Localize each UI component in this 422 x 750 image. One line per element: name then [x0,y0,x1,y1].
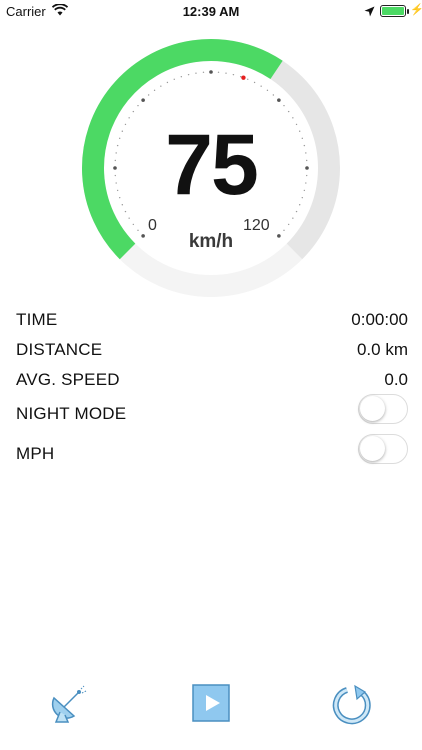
gauge-minor-tick [128,217,130,219]
setting-row-night-mode: NIGHT MODE [16,394,408,427]
gauge-minor-tick [147,94,150,96]
stat-row-avg-speed: AVG. SPEED 0.0 [16,367,408,393]
night-mode-toggle[interactable] [358,394,408,424]
setting-label: MPH [16,444,55,463]
gauge-major-tick [141,98,145,102]
speed-value: 75 [165,117,259,213]
gauge-major-tick [209,70,213,74]
battery-icon [380,5,409,17]
stat-row-time: TIME 0:00:00 [16,307,408,333]
gauge-minor-tick [153,89,156,92]
gauge-minor-tick [173,78,175,81]
toggle-knob [360,436,385,461]
charging-bolt-icon: ⚡ [410,4,422,16]
play-button[interactable] [192,684,232,724]
gauge-minor-tick [283,104,285,107]
stat-row-distance: DISTANCE 0.0 km [16,337,408,363]
gauge-minor-tick [239,76,242,78]
gauge-minor-tick [187,73,190,76]
stat-value: 0.0 [384,370,408,389]
speed-unit: km/h [188,231,234,252]
location-arrow-icon [364,5,375,20]
satellite-dish-icon [50,685,90,728]
gauge-minor-tick [137,104,139,107]
clock: 12:39 AM [182,4,240,19]
stat-label: TIME [16,310,58,329]
gauge-minor-tick [247,78,249,81]
setting-label: NIGHT MODE [16,404,127,423]
gauge-minor-tick [166,81,169,84]
gauge-minor-tick [253,81,256,84]
stat-value: 0.0 km [356,340,408,359]
gauge-minor-tick [160,85,162,87]
gauge-minor-tick [180,76,183,78]
mph-toggle[interactable] [358,434,408,464]
gauge-bottom-ring [119,243,303,297]
gps-button[interactable] [50,684,90,724]
gauge-minor-tick [232,73,235,76]
gauge-minor-tick [292,217,294,219]
gauge-minor-tick [272,94,275,96]
reset-button[interactable] [332,684,372,725]
toggle-knob [360,396,385,421]
gauge-minor-tick [287,223,290,226]
gauge-major-tick [277,98,281,102]
gauge-minor-tick [217,71,220,73]
gauge-indicator-dot [241,75,246,80]
stat-label: AVG. SPEED [16,370,120,389]
gauge-minor-tick [266,89,269,92]
gauge-minor-tick [132,110,135,113]
reset-icon [332,684,374,730]
gauge-minor-tick [260,85,262,87]
gauge-minor-tick [132,223,135,226]
speed-gauge: 75 0 120 km/h [80,37,342,299]
status-bar: Carrier 12:39 AM ⚡ [0,0,422,24]
gauge-minor-tick [287,110,290,113]
gauge-minor-tick [225,72,227,74]
play-icon [192,684,232,728]
stat-value: 0:00:00 [351,310,408,329]
stat-label: DISTANCE [16,340,103,359]
gauge-minor-tick [202,71,205,73]
setting-row-mph: MPH [16,434,408,467]
gauge-minor-tick [195,72,197,74]
